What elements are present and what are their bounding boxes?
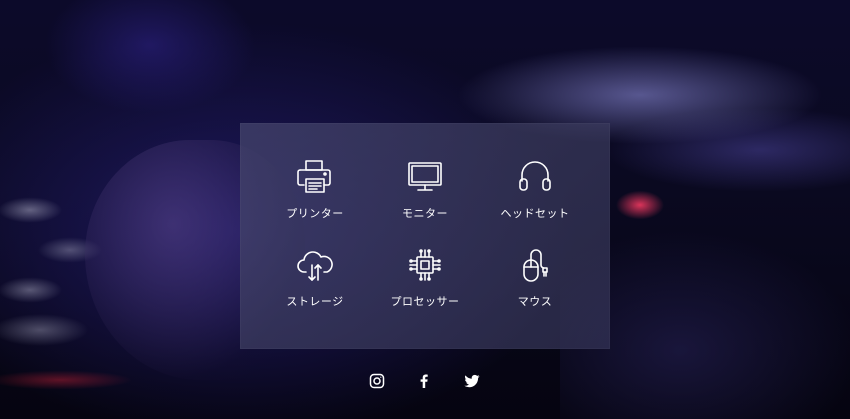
category-mouse[interactable]: マウス: [475, 245, 595, 325]
category-label: ストレージ: [286, 295, 344, 308]
headset-icon: [515, 157, 555, 201]
processor-icon: [405, 245, 445, 289]
twitter-link[interactable]: [461, 372, 483, 394]
category-panel: プリンター モニター ヘッドセット ストレージ プロセッサー マウス: [240, 123, 610, 349]
category-storage[interactable]: ストレージ: [255, 245, 375, 325]
instagram-link[interactable]: [366, 372, 388, 394]
category-label: プロセッサー: [390, 295, 460, 308]
twitter-icon: [464, 373, 480, 393]
category-processor[interactable]: プロセッサー: [365, 245, 485, 325]
facebook-icon: [416, 373, 432, 393]
category-monitor[interactable]: モニター: [365, 157, 485, 237]
facebook-link[interactable]: [413, 372, 435, 394]
category-label: マウス: [517, 295, 553, 308]
category-headset[interactable]: ヘッドセット: [475, 157, 595, 237]
category-label: ヘッドセット: [500, 207, 570, 220]
category-label: モニター: [402, 207, 448, 220]
social-links: [0, 372, 850, 396]
printer-icon: [295, 157, 335, 201]
category-printer[interactable]: プリンター: [255, 157, 375, 237]
instagram-icon: [369, 373, 385, 393]
cloud-storage-icon: [295, 245, 335, 289]
monitor-icon: [405, 157, 445, 201]
category-label: プリンター: [286, 207, 344, 220]
mouse-icon: [515, 245, 555, 289]
